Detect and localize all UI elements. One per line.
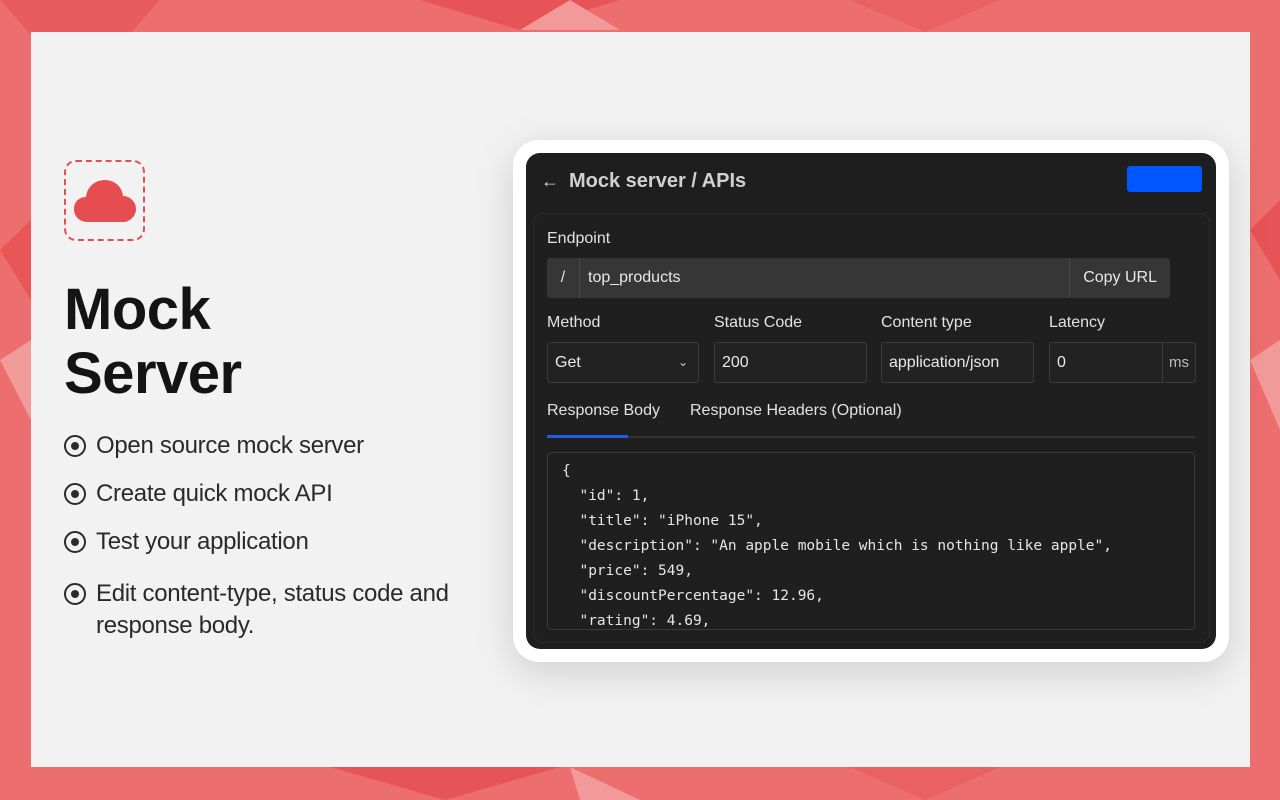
content-type-input[interactable]: application/json: [881, 342, 1034, 383]
endpoint-field: / top_products Copy URL: [547, 258, 1170, 298]
content-type-label: Content type: [881, 314, 972, 331]
back-arrow-icon[interactable]: ←: [541, 172, 559, 190]
tab-response-headers[interactable]: Response Headers (Optional): [690, 402, 902, 420]
code-line: {: [562, 463, 571, 479]
active-tab-indicator: [547, 435, 628, 438]
radio-dot-icon: [64, 583, 86, 605]
endpoint-prefix: /: [547, 258, 580, 298]
radio-dot-icon: [64, 531, 86, 553]
method-value: Get: [555, 353, 581, 371]
feature-list: Open source mock server Create quick moc…: [64, 430, 484, 642]
code-line: "rating": 4.69,: [562, 613, 711, 629]
copy-url-button[interactable]: Copy URL: [1069, 258, 1170, 298]
app-window: ← Mock server / APIs Endpoint / top_prod…: [526, 153, 1216, 649]
feature-text: Test your application: [96, 528, 309, 555]
radio-dot-icon: [64, 435, 86, 457]
primary-action-button[interactable]: [1127, 166, 1202, 192]
latency-unit: ms: [1162, 343, 1195, 382]
feature-text: Open source mock server: [96, 432, 364, 459]
code-line: "id": 1,: [562, 488, 650, 504]
status-code-value: 200: [722, 353, 749, 371]
feature-item: Create quick mock API: [64, 478, 484, 510]
response-body-editor[interactable]: { "id": 1, "title": "iPhone 15", "descri…: [547, 452, 1195, 630]
cloud-icon: [73, 179, 136, 222]
code-line: "price": 549,: [562, 563, 693, 579]
latency-label: Latency: [1049, 314, 1106, 331]
method-label: Method: [547, 314, 601, 331]
feature-item: Edit content-type, status code and respo…: [64, 578, 484, 642]
feature-item: Test your application: [64, 526, 484, 558]
status-code-input[interactable]: 200: [714, 342, 867, 383]
title-line-1: Mock: [64, 277, 211, 342]
endpoint-label: Endpoint: [547, 230, 611, 247]
radio-dot-icon: [64, 483, 86, 505]
content-card: Mock Server Open source mock server Crea…: [31, 32, 1250, 767]
page-title: Mock Server: [64, 278, 242, 406]
status-code-label: Status Code: [714, 314, 803, 331]
response-tabs: Response Body Response Headers (Optional…: [547, 394, 1195, 438]
feature-text: Create quick mock API: [96, 480, 333, 507]
code-line: "discountPercentage": 12.96,: [562, 588, 824, 604]
feature-text: Edit content-type, status code and respo…: [96, 580, 449, 639]
code-line: "title": "iPhone 15",: [562, 513, 763, 529]
api-editor-panel: Endpoint / top_products Copy URL Method …: [533, 213, 1210, 643]
breadcrumb: Mock server / APIs: [569, 169, 747, 192]
latency-value: 0: [1057, 353, 1066, 371]
logo: [64, 160, 145, 241]
title-line-2: Server: [64, 341, 242, 406]
latency-input[interactable]: 0 ms: [1049, 342, 1196, 383]
method-select[interactable]: Get ⌄: [547, 342, 699, 383]
feature-item: Open source mock server: [64, 430, 484, 462]
code-line: "description": "An apple mobile which is…: [562, 538, 1112, 554]
endpoint-input[interactable]: top_products: [580, 269, 1069, 287]
content-type-value: application/json: [889, 353, 1000, 371]
tab-response-body[interactable]: Response Body: [547, 402, 660, 420]
app-header: ← Mock server / APIs: [526, 153, 1216, 209]
device-frame: ← Mock server / APIs Endpoint / top_prod…: [513, 140, 1229, 662]
chevron-down-icon: ⌄: [677, 355, 688, 369]
